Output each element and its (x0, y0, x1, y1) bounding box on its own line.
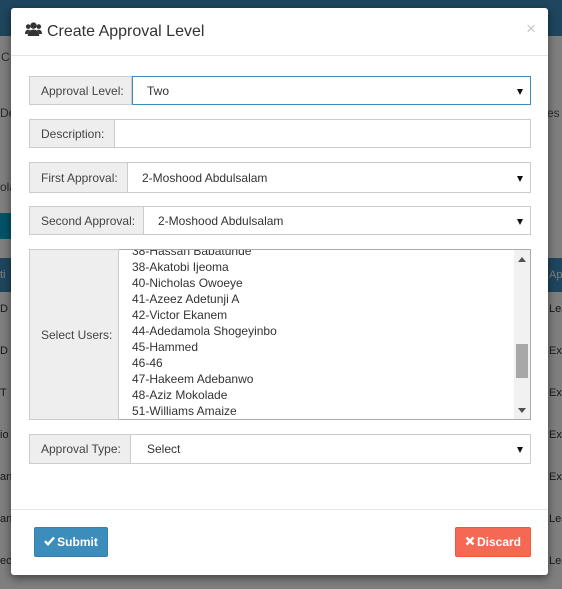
discard-button[interactable]: Discard (455, 527, 531, 557)
second-approval-label: Second Approval: (29, 206, 144, 235)
submit-label: Submit (57, 535, 98, 549)
discard-label: Discard (476, 535, 522, 549)
first-approval-value: 2-Moshood Abdulsalam (142, 170, 268, 185)
second-approval-value: 2-Moshood Abdulsalam (158, 213, 284, 228)
modal-header: Create Approval Level × (11, 8, 548, 56)
list-item[interactable]: 47-Hakeem Adebanwo (132, 371, 277, 387)
first-approval-select[interactable]: 2-Moshood Abdulsalam (128, 162, 531, 193)
approval-level-group: Approval Level: Two (29, 76, 531, 105)
list-item[interactable]: 51-Williams Amaize (132, 403, 277, 419)
users-scrollbar[interactable] (514, 250, 530, 419)
approval-type-select[interactable]: Select (131, 434, 531, 464)
first-approval-label: First Approval: (29, 162, 128, 193)
second-approval-select[interactable]: 2-Moshood Abdulsalam (144, 206, 531, 235)
approval-type-value: Select (147, 442, 181, 456)
scroll-down-icon[interactable] (518, 408, 526, 413)
approval-type-label: Approval Type: (29, 434, 131, 464)
list-item[interactable]: 38-Hassan Babatunde (132, 250, 277, 259)
list-item[interactable]: 46-46 (132, 355, 277, 371)
create-approval-level-modal: Create Approval Level × Approval Level: … (11, 8, 548, 575)
modal-title-text: Create Approval Level (47, 22, 205, 40)
scrollbar-thumb[interactable] (516, 344, 528, 378)
select-users-listbox[interactable]: 38-Hassan Babatunde 38-Akatobi Ijeoma 40… (119, 249, 531, 420)
select-users-label: Select Users: (29, 249, 119, 420)
list-item[interactable]: 42-Victor Ekanem (132, 307, 277, 323)
modal-title: Create Approval Level (25, 22, 204, 41)
first-approval-group: First Approval: 2-Moshood Abdulsalam (29, 162, 531, 193)
second-approval-group: Second Approval: 2-Moshood Abdulsalam (29, 206, 531, 235)
close-icon[interactable]: × (526, 20, 536, 37)
modal-footer (11, 509, 548, 510)
submit-button[interactable]: Submit (34, 527, 108, 557)
users-list: 38-Hassan Babatunde 38-Akatobi Ijeoma 40… (132, 250, 277, 419)
list-item[interactable]: 40-Nicholas Owoeye (132, 275, 277, 291)
list-item[interactable]: 48-Aziz Mokolade (132, 387, 277, 403)
description-label: Description: (29, 119, 115, 148)
description-group: Description: (29, 119, 531, 148)
list-item[interactable]: 44-Adedamola Shogeyinbo (132, 323, 277, 339)
approval-level-label: Approval Level: (29, 76, 132, 105)
list-item[interactable]: 41-Azeez Adetunji A (132, 291, 277, 307)
chevron-down-icon (517, 88, 523, 95)
description-input[interactable] (115, 119, 531, 148)
users-icon (25, 22, 47, 41)
check-icon (44, 535, 57, 549)
chevron-down-icon (517, 218, 523, 225)
list-item[interactable]: 38-Akatobi Ijeoma (132, 259, 277, 275)
select-users-group: Select Users: 38-Hassan Babatunde 38-Aka… (29, 249, 531, 420)
list-item[interactable]: 45-Hammed (132, 339, 277, 355)
chevron-down-icon (517, 175, 523, 182)
chevron-down-icon (517, 447, 523, 453)
approval-level-select[interactable]: Two (132, 76, 531, 105)
approval-level-value: Two (147, 83, 170, 98)
times-icon (465, 535, 477, 549)
scroll-up-icon[interactable] (518, 257, 526, 262)
approval-type-group: Approval Type: Select (29, 434, 531, 464)
